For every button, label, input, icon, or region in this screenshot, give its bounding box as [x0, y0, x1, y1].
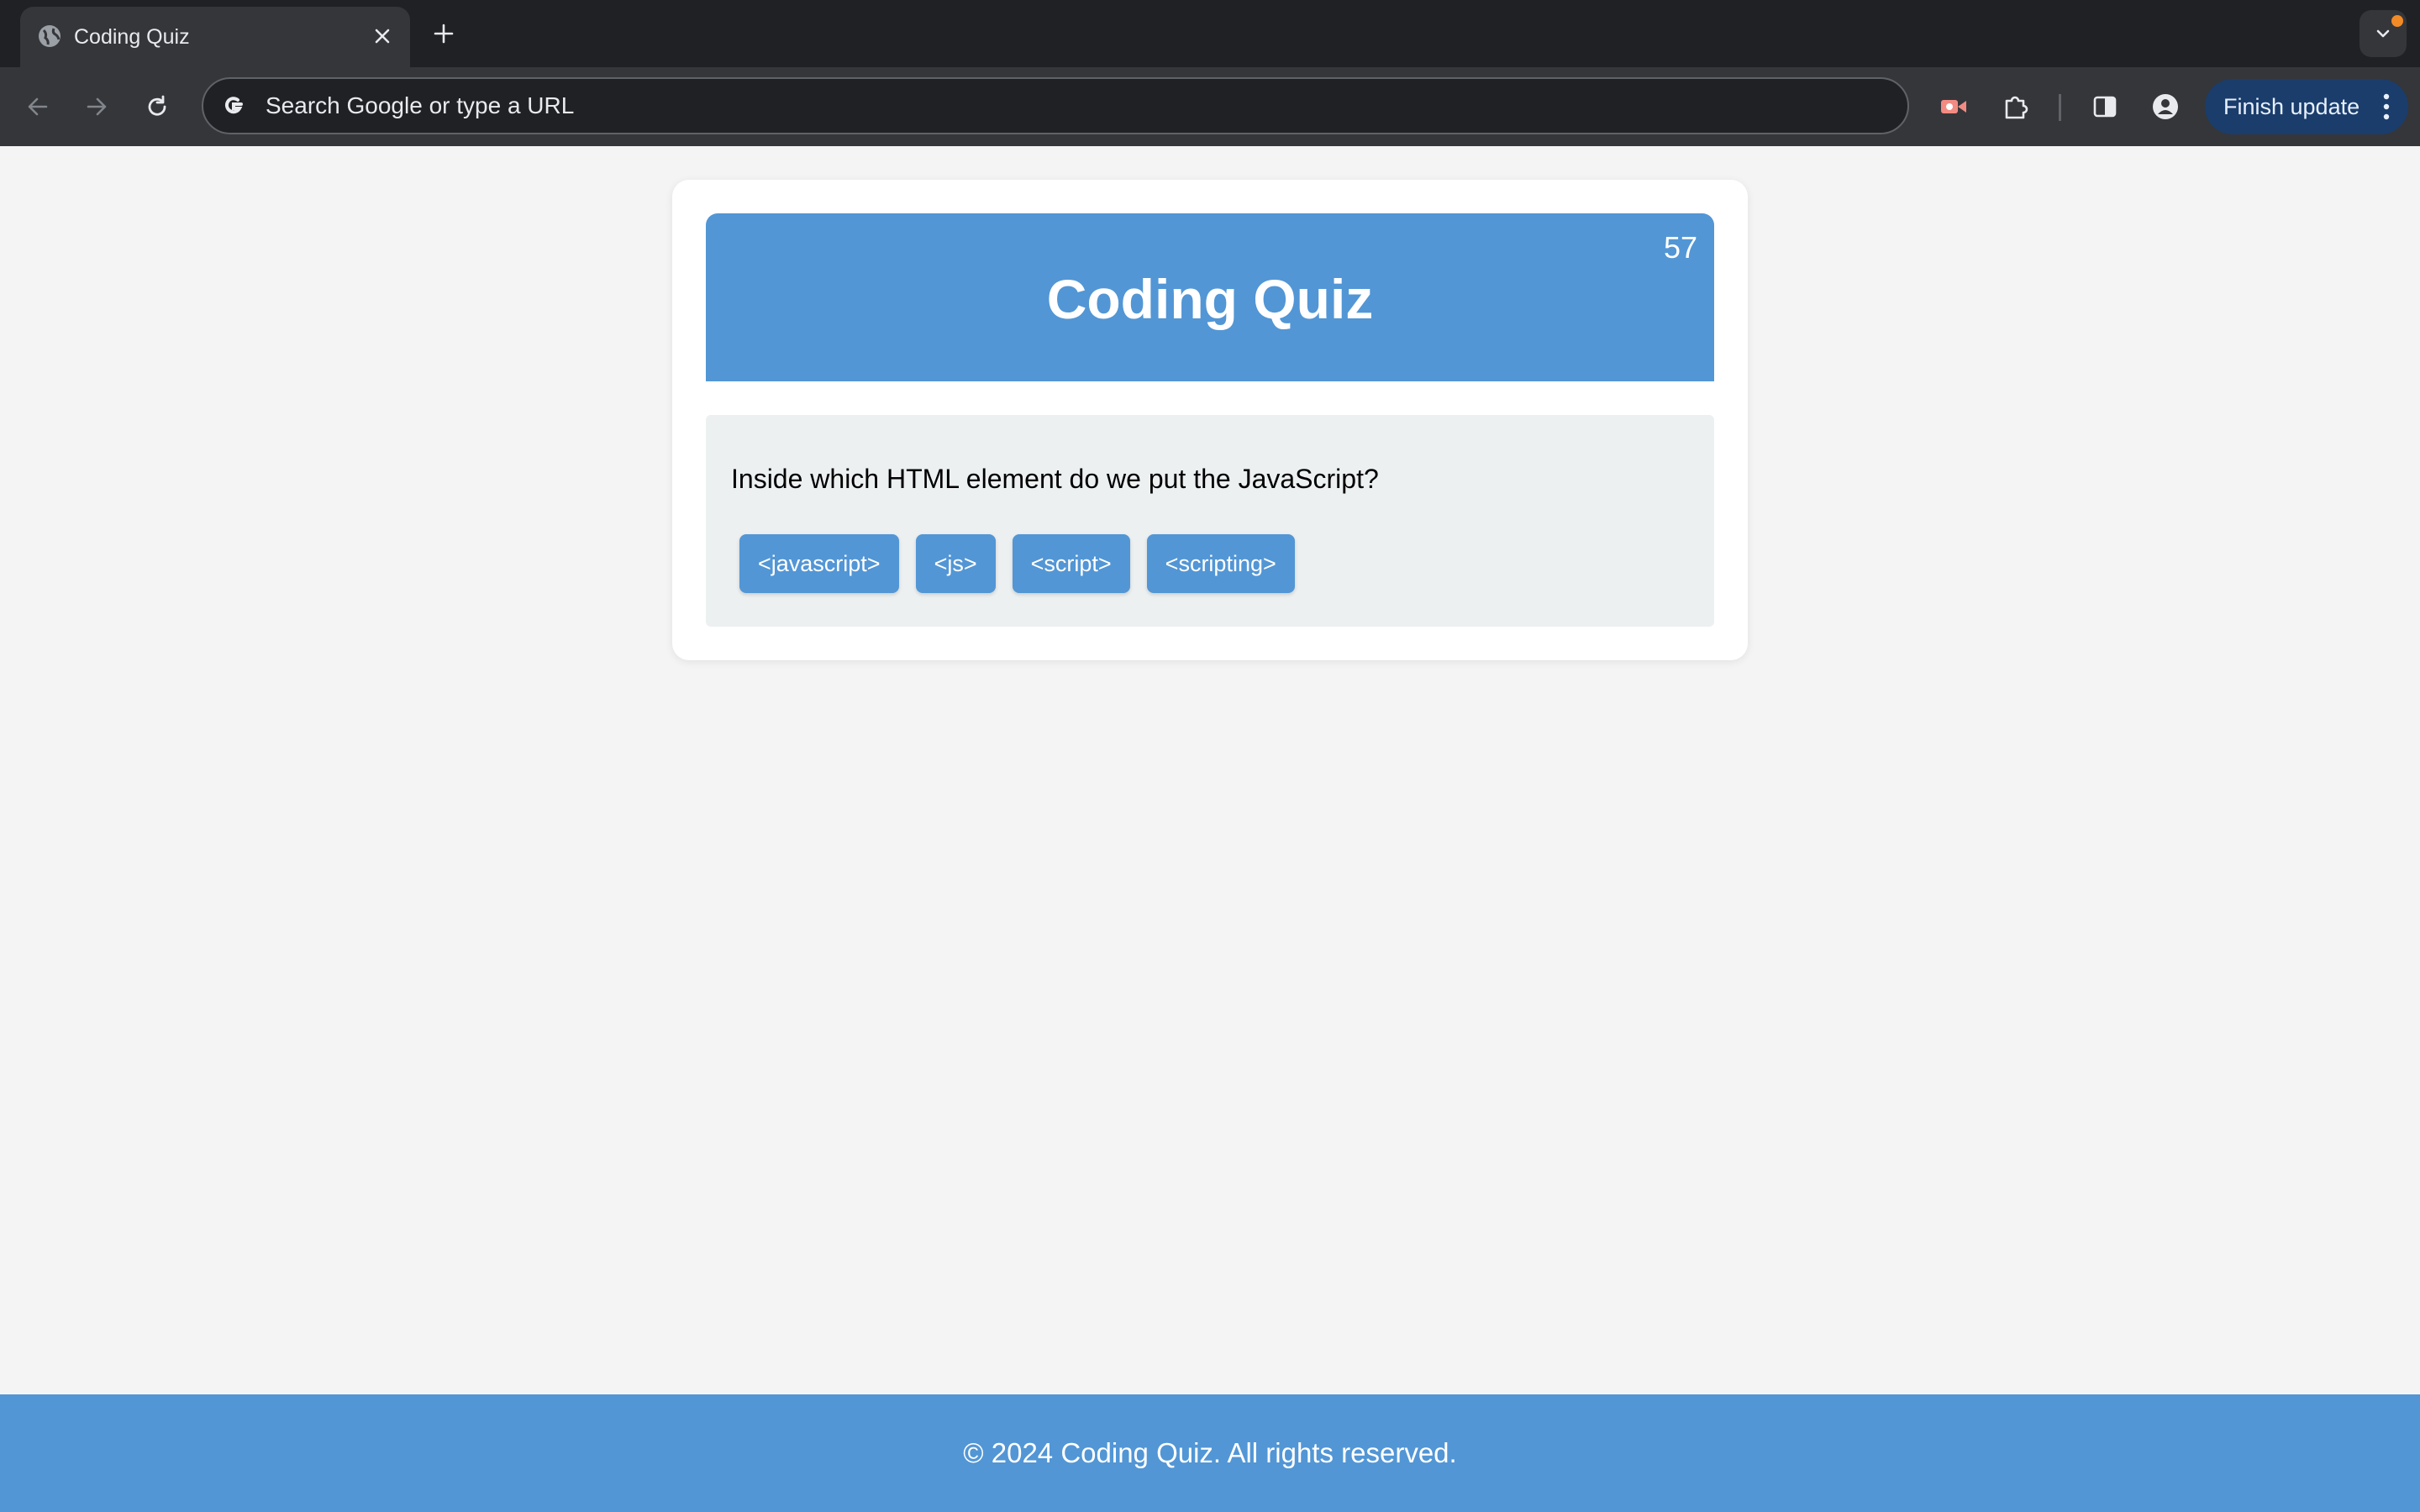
finish-update-button[interactable]: Finish update [2205, 79, 2408, 134]
side-panel-icon[interactable] [2084, 86, 2126, 128]
reload-icon [148, 95, 166, 116]
forward-button[interactable] [77, 87, 116, 126]
answer-list: <javascript> <js> <script> <scripting> [739, 534, 1295, 593]
arrow-right-icon [87, 97, 107, 116]
address-bar[interactable]: Search Google or type a URL [202, 77, 1909, 134]
footer: © 2024 Coding Quiz. All rights reserved. [0, 1394, 2420, 1512]
browser-tab[interactable]: Coding Quiz [20, 7, 410, 67]
question-box: Inside which HTML element do we put the … [706, 415, 1714, 627]
chevron-down-icon [2376, 29, 2390, 38]
google-icon [218, 91, 249, 121]
address-placeholder: Search Google or type a URL [266, 92, 575, 118]
page-title: Coding Quiz [1046, 268, 1374, 330]
answer-button[interactable]: <script> [1012, 534, 1130, 593]
browser-toolbar: Search Google or type a URL Finish updat… [0, 67, 2420, 146]
notification-dot [2391, 15, 2403, 27]
quiz-header: Coding Quiz 57 [706, 213, 1714, 381]
footer-text: © 2024 Coding Quiz. All rights reserved. [963, 1437, 1457, 1468]
screen-recorder-extension-icon[interactable] [1933, 86, 1975, 128]
question-text: Inside which HTML element do we put the … [731, 464, 1379, 494]
answer-button[interactable]: <js> [915, 534, 996, 593]
toolbar-divider [2059, 94, 2061, 121]
profile-avatar-icon[interactable] [2144, 86, 2186, 128]
plus-icon [434, 24, 454, 44]
new-tab-button[interactable] [427, 17, 460, 50]
browser-tab-bar: Coding Quiz [0, 0, 2420, 67]
arrow-left-icon [28, 97, 48, 116]
timer: 57 [1663, 230, 1697, 265]
tab-search-button[interactable] [2360, 10, 2407, 57]
tab-title: Coding Quiz [74, 25, 190, 49]
globe-icon [35, 22, 64, 50]
answer-button[interactable]: <javascript> [739, 534, 899, 593]
reload-button[interactable] [138, 87, 176, 126]
page-content: Coding Quiz 57 Inside which HTML element… [0, 146, 2420, 1394]
close-icon[interactable] [368, 22, 397, 50]
more-vert-icon [2383, 93, 2390, 120]
answer-button[interactable]: <scripting> [1146, 534, 1295, 593]
finish-update-label: Finish update [2223, 93, 2360, 119]
extensions-puzzle-icon[interactable] [1995, 86, 2037, 128]
back-button[interactable] [18, 87, 57, 126]
quiz-card: Coding Quiz 57 Inside which HTML element… [672, 180, 1748, 660]
